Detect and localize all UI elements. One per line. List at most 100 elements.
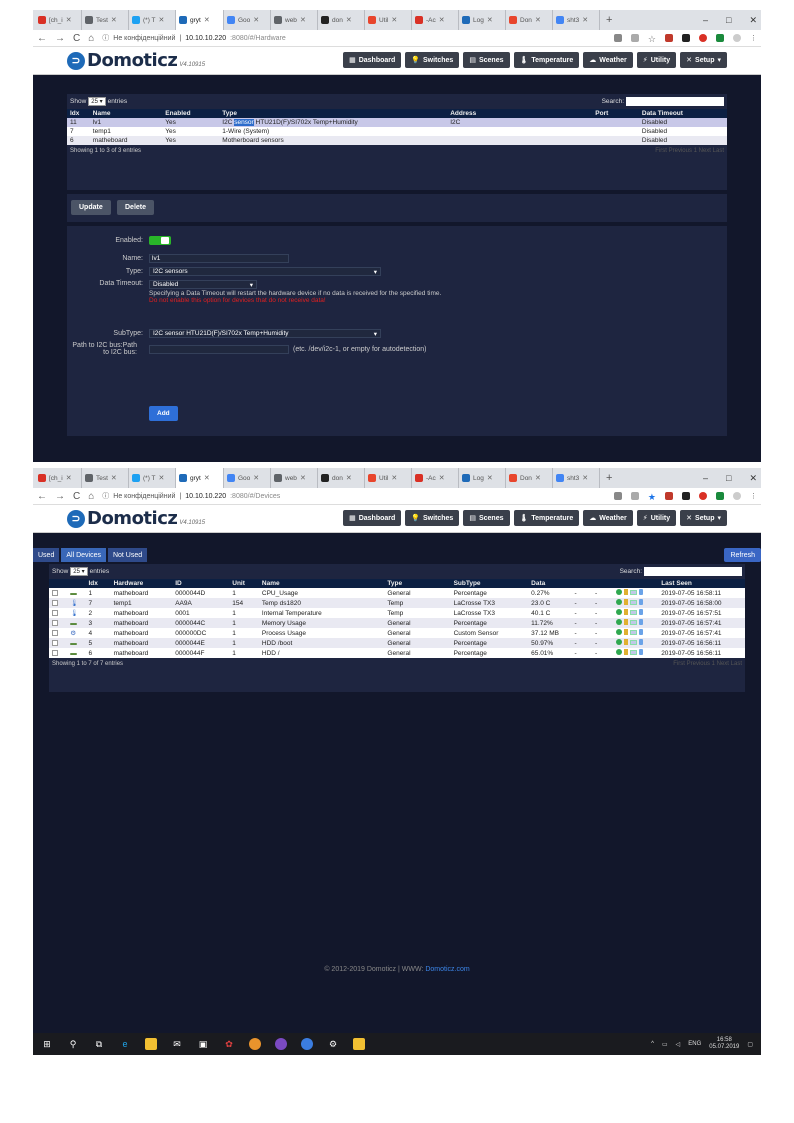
row-checkbox[interactable]: [52, 599, 58, 606]
column-header[interactable]: Data: [528, 579, 572, 588]
language[interactable]: ENG: [688, 1041, 701, 1047]
column-header[interactable]: [612, 579, 659, 588]
table-row[interactable]: ⚙ 4 matheboard 000000DC 1 Process Usage Genera…: [49, 628, 745, 638]
column-header[interactable]: Unit: [229, 579, 259, 588]
url-field[interactable]: ⓘ Не конфіденційний | 10.10.10.220:8080/…: [102, 33, 606, 43]
search-input[interactable]: [644, 567, 742, 576]
close-tab-icon[interactable]: ✕: [391, 16, 397, 24]
table-row[interactable]: 11 lv1 Yes I2C sensor HTU21D(F)/SI702x Temp…: [67, 118, 727, 127]
settings-icon[interactable]: ⚙: [327, 1038, 339, 1050]
tray-arrow-icon[interactable]: ^: [651, 1041, 654, 1047]
menu-dashboard[interactable]: ▦ Dashboard: [343, 52, 402, 68]
column-header[interactable]: Idx: [67, 109, 90, 118]
notification-icon[interactable]: [638, 649, 643, 655]
mail-icon[interactable]: ✉: [171, 1038, 183, 1050]
close-tab-icon[interactable]: ✕: [439, 474, 445, 482]
network-icon[interactable]: ▭: [662, 1041, 668, 1048]
ext-icon[interactable]: [682, 34, 690, 42]
close-tab-icon[interactable]: ✕: [487, 474, 493, 482]
column-header[interactable]: Port: [592, 109, 639, 118]
page-size-select[interactable]: 25 ▾: [70, 567, 88, 576]
rename-icon[interactable]: [623, 599, 628, 605]
browser-tab[interactable]: don ✕: [318, 468, 365, 488]
ext-icon[interactable]: [682, 492, 690, 500]
translate-icon[interactable]: [630, 492, 639, 500]
domoticz-logo[interactable]: ⊃ Domoticz V4.10915: [67, 50, 205, 71]
close-tab-icon[interactable]: ✕: [159, 474, 165, 482]
table-row[interactable]: ▬ 1 matheboard 0000044D 1 CPU_Usage General Per…: [49, 588, 745, 598]
home-icon[interactable]: ⌂: [88, 491, 94, 502]
favorite-icon[interactable]: [615, 639, 622, 645]
explorer-icon[interactable]: [145, 1038, 157, 1050]
column-header[interactable]: Last Seen: [658, 579, 745, 588]
clock[interactable]: 16:58 05.07.2019: [709, 1037, 739, 1051]
menu-temperature[interactable]: 🌡 Temperature: [513, 510, 580, 526]
notification-icon[interactable]: [638, 599, 643, 605]
profile-icon[interactable]: [733, 492, 741, 500]
column-header[interactable]: Enabled: [162, 109, 220, 118]
reload-icon[interactable]: C: [73, 491, 80, 502]
row-checkbox[interactable]: [52, 619, 58, 626]
row-checkbox[interactable]: [52, 649, 58, 656]
close-tab-icon[interactable]: ✕: [582, 16, 588, 24]
new-tab-icon[interactable]: +: [606, 14, 612, 26]
key-icon[interactable]: [613, 34, 622, 42]
column-header[interactable]: Data Timeout: [638, 109, 727, 118]
rename-icon[interactable]: [623, 589, 628, 595]
close-tab-icon[interactable]: ✕: [111, 16, 117, 24]
rename-icon[interactable]: [623, 619, 628, 625]
browser-tab[interactable]: Goo ✕: [224, 468, 271, 488]
start-icon[interactable]: ⊞: [41, 1038, 53, 1050]
browser-tab[interactable]: -Ac ✕: [412, 10, 459, 30]
close-tab-icon[interactable]: ✕: [204, 474, 210, 482]
browser-tab[interactable]: Test ✕: [82, 10, 129, 30]
log-icon[interactable]: [629, 599, 637, 605]
rename-icon[interactable]: [623, 609, 628, 615]
subtype-select[interactable]: I2C sensor HTU21D(F)/SI702x Temp+Humidit…: [149, 329, 381, 338]
column-header[interactable]: Address: [447, 109, 593, 118]
domoticz-link[interactable]: Domoticz.com: [425, 966, 469, 973]
browser-tab[interactable]: Log ✕: [459, 10, 506, 30]
forward-icon[interactable]: →: [55, 491, 65, 502]
menu-weather[interactable]: ☁ Weather: [583, 52, 633, 68]
close-tab-icon[interactable]: ✕: [204, 16, 210, 24]
star-icon[interactable]: ★: [648, 492, 656, 502]
close-tab-icon[interactable]: ✕: [487, 16, 493, 24]
path-field[interactable]: [149, 344, 289, 354]
enabled-toggle[interactable]: [149, 236, 171, 245]
menu-utility[interactable]: ⚡ Utility: [636, 510, 677, 526]
notepad-icon[interactable]: [353, 1038, 365, 1050]
ext2-icon[interactable]: [716, 34, 724, 42]
back-icon[interactable]: ←: [37, 491, 47, 502]
tab-not-used[interactable]: Not Used: [107, 548, 148, 562]
info-icon[interactable]: ⓘ: [102, 33, 109, 43]
minimize-icon[interactable]: –: [703, 15, 708, 25]
ublock-icon[interactable]: [665, 492, 673, 500]
search-input[interactable]: [626, 97, 724, 106]
row-checkbox[interactable]: [52, 589, 58, 596]
tab-all-devices[interactable]: All Devices: [61, 548, 106, 562]
column-header[interactable]: Idx: [85, 579, 111, 588]
browser-tab[interactable]: Goo ✕: [224, 10, 271, 30]
close-tab-icon[interactable]: ✕: [535, 474, 541, 482]
reload-icon[interactable]: C: [73, 33, 80, 44]
favorite-icon[interactable]: [615, 609, 622, 615]
column-header[interactable]: [571, 579, 593, 588]
edge-icon[interactable]: e: [119, 1038, 131, 1050]
browser-tab[interactable]: Util ✕: [365, 468, 412, 488]
profile-icon[interactable]: [733, 34, 741, 42]
close-tab-icon[interactable]: ✕: [66, 16, 72, 24]
kebab-icon[interactable]: ⋮: [750, 492, 757, 500]
browser-tab[interactable]: gryt ✕: [176, 10, 224, 30]
close-window-icon[interactable]: ✕: [749, 15, 757, 26]
maximize-icon[interactable]: □: [726, 473, 731, 483]
log-icon[interactable]: [629, 589, 637, 595]
favorite-icon[interactable]: [615, 589, 622, 595]
star-icon[interactable]: ☆: [648, 34, 656, 44]
ublock-icon[interactable]: [665, 34, 673, 42]
notification-icon[interactable]: [638, 629, 643, 635]
column-header[interactable]: ID: [172, 579, 230, 588]
translate-icon[interactable]: [630, 34, 639, 42]
notification-icon[interactable]: [638, 639, 643, 645]
favorite-icon[interactable]: [615, 649, 622, 655]
